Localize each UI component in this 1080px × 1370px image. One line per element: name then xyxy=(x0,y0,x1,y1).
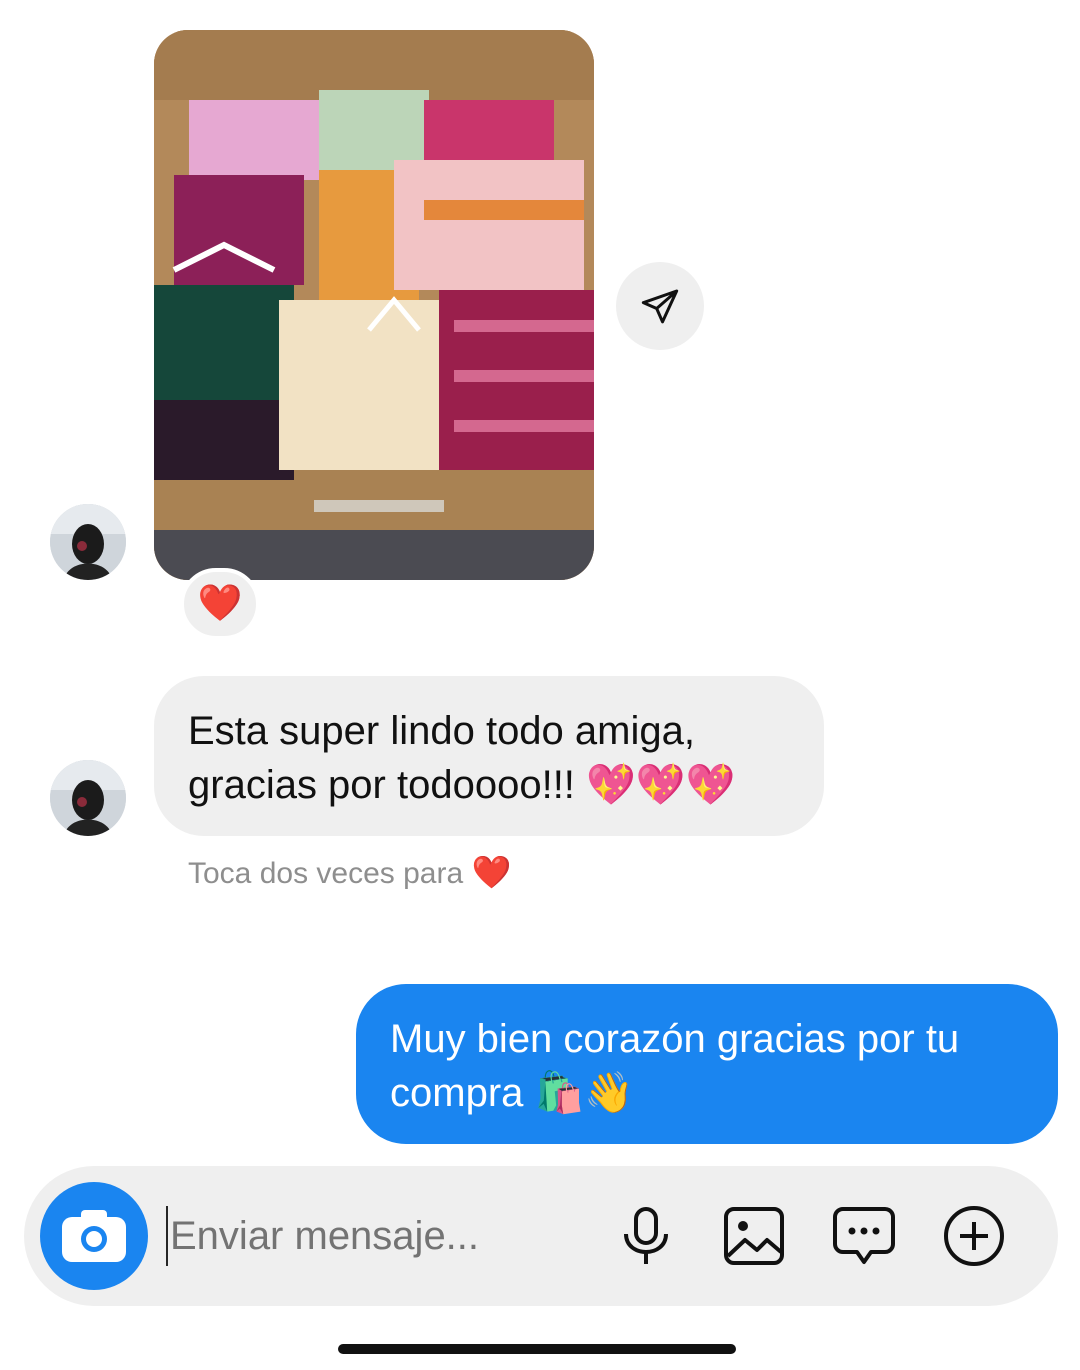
outgoing-message-line: compra 🛍️👋 xyxy=(390,1066,1024,1120)
outgoing-message-bubble[interactable]: Muy bien corazón gracias por tu compra 🛍… xyxy=(356,984,1058,1144)
send-icon xyxy=(641,289,679,324)
sticker-button[interactable] xyxy=(830,1202,898,1270)
heart-icon: ❤️ xyxy=(471,853,512,891)
gallery-button[interactable] xyxy=(720,1202,788,1270)
heart-icon: ❤️ xyxy=(197,583,243,624)
heart-reaction[interactable]: ❤️ xyxy=(180,568,260,640)
contact-avatar[interactable] xyxy=(50,760,126,836)
outgoing-message-line: Muy bien corazón gracias por tu xyxy=(390,1017,960,1061)
shopping-wave-emojis: 🛍️👋 xyxy=(534,1070,635,1116)
camera-button[interactable] xyxy=(40,1182,148,1290)
camera-icon xyxy=(62,1210,126,1262)
incoming-message-line: gracias por todoooo!!! 💖💖💖 xyxy=(188,758,790,812)
photo-message[interactable] xyxy=(154,30,594,580)
contact-avatar[interactable] xyxy=(50,504,126,580)
sparkling-heart-emojis: 💖💖💖 xyxy=(586,762,736,808)
microphone-button[interactable] xyxy=(612,1202,680,1270)
sticker-icon xyxy=(833,1207,895,1264)
incoming-message-text: gracias por todoooo!!! xyxy=(188,763,575,807)
message-composer xyxy=(24,1166,1058,1306)
outgoing-message-text: compra xyxy=(390,1071,524,1115)
share-button[interactable] xyxy=(616,262,704,350)
more-button[interactable] xyxy=(940,1202,1008,1270)
gallery-icon xyxy=(724,1207,784,1265)
microphone-icon xyxy=(624,1207,668,1264)
double-tap-hint: Toca dos veces para ❤️ xyxy=(188,852,511,894)
dm-thread-screen: ❤️ Esta super lindo todo amiga, gracias … xyxy=(0,0,1080,1370)
incoming-message-line: Esta super lindo todo amiga, xyxy=(188,709,695,753)
home-indicator[interactable] xyxy=(338,1344,736,1354)
incoming-message-bubble[interactable]: Esta super lindo todo amiga, gracias por… xyxy=(154,676,824,836)
message-input[interactable] xyxy=(166,1206,600,1266)
double-tap-hint-text: Toca dos veces para xyxy=(188,857,464,890)
plus-icon xyxy=(944,1206,1004,1266)
